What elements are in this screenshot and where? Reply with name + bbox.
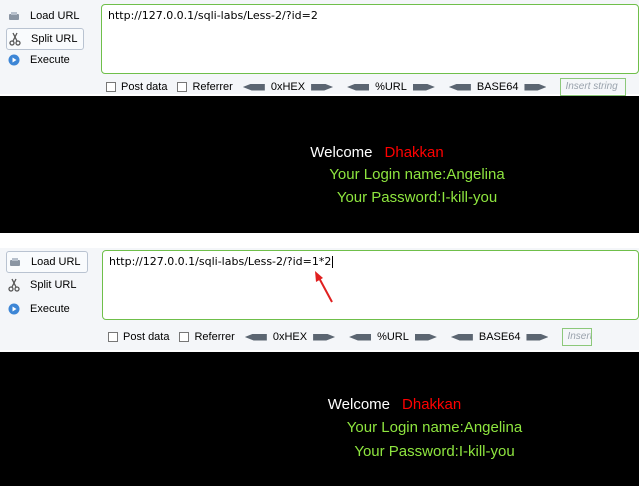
execute-label: Execute xyxy=(30,54,70,66)
welcome-text: Welcome xyxy=(310,144,373,161)
insert-string-input[interactable]: Insert string xyxy=(560,78,627,96)
welcome-line: Welcome Dhakkan xyxy=(0,144,639,161)
url-encode-control[interactable]: %URL xyxy=(349,331,437,343)
url-encode-label: %URL xyxy=(377,331,409,343)
scissors-icon xyxy=(6,277,22,293)
url-encode-control[interactable]: %URL xyxy=(347,81,435,93)
post-data-label: Post data xyxy=(123,331,170,343)
arrow-left-icon[interactable] xyxy=(244,333,267,341)
arrow-right-icon[interactable] xyxy=(524,83,547,91)
execute-button[interactable]: Execute xyxy=(6,299,70,319)
load-url-button[interactable]: Load URL xyxy=(6,6,80,26)
arrow-left-icon[interactable] xyxy=(347,83,370,91)
referrer-checkbox[interactable]: Referrer xyxy=(179,331,235,343)
referrer-label: Referrer xyxy=(192,81,233,93)
referrer-label: Referrer xyxy=(194,331,235,343)
arrow-left-icon[interactable] xyxy=(450,333,473,341)
post-data-checkbox[interactable]: Post data xyxy=(106,81,167,93)
password-line: Your Password:I-kill-you xyxy=(354,443,515,460)
play-icon xyxy=(6,52,22,68)
hackbar-menu: Load URL Split URL Execute xyxy=(0,0,100,94)
split-url-label: Split URL xyxy=(30,279,77,291)
post-data-checkbox[interactable]: Post data xyxy=(108,331,169,343)
url-text: http://127.0.0.1/sqli-labs/Less-2/?id=2 xyxy=(108,9,318,22)
login-name-line: Your Login name:Angelina xyxy=(329,166,505,183)
load-url-label: Load URL xyxy=(31,256,81,268)
text-caret xyxy=(332,256,334,268)
split-url-label: Split URL xyxy=(31,33,78,45)
hex-label: 0xHEX xyxy=(272,331,308,343)
screenshot-1: Load URL Split URL Execute http://127.0.… xyxy=(0,0,639,233)
hackbar-options: Post data Referrer 0xHEX %URL BASE64 Ins… xyxy=(108,327,593,347)
login-name-line: Your Login name:Angelina xyxy=(346,419,523,436)
execute-button[interactable]: Execute xyxy=(6,50,70,70)
hex-encode-control[interactable]: 0xHEX xyxy=(244,331,336,343)
hackbar-options: Post data Referrer 0xHEX %URL BASE64 Ins… xyxy=(106,77,627,97)
insert-string-input[interactable]: Insert xyxy=(562,328,593,346)
arrow-right-icon[interactable] xyxy=(311,83,334,91)
arrow-right-icon[interactable] xyxy=(526,333,549,341)
arrow-left-icon[interactable] xyxy=(448,83,471,91)
url-textarea[interactable]: http://127.0.0.1/sqli-labs/Less-2/?id=2 xyxy=(101,4,639,74)
username-text: Dhakkan xyxy=(402,396,462,413)
split-url-button[interactable]: Split URL xyxy=(6,275,76,295)
referrer-checkbox[interactable]: Referrer xyxy=(177,81,233,93)
hex-label: 0xHEX xyxy=(270,81,306,93)
play-icon xyxy=(6,301,22,317)
split-url-button[interactable]: Split URL xyxy=(6,28,85,50)
arrow-right-icon[interactable] xyxy=(313,333,336,341)
separator xyxy=(0,233,639,248)
hackbar-toolbar: Load URL Split URL Execute http://127.0.… xyxy=(0,248,639,350)
load-url-label: Load URL xyxy=(30,10,80,22)
base64-label: BASE64 xyxy=(476,81,519,93)
scissors-icon xyxy=(7,31,23,47)
arrow-right-icon[interactable] xyxy=(412,83,435,91)
load-url-button[interactable]: Load URL xyxy=(6,251,88,273)
base64-label: BASE64 xyxy=(478,331,521,343)
password-line: Your Password:I-kill-you xyxy=(336,189,498,206)
hackbar-toolbar: Load URL Split URL Execute http://127.0.… xyxy=(0,0,639,97)
arrow-left-icon[interactable] xyxy=(349,333,372,341)
page-content: Welcome Dhakkan Your Login name:Angelina … xyxy=(0,96,639,233)
annotation-arrow xyxy=(315,271,333,303)
username-text: Dhakkan xyxy=(384,144,444,161)
screenshot-2: Load URL Split URL Execute http://127.0.… xyxy=(0,248,639,486)
base64-control[interactable]: BASE64 xyxy=(448,81,547,93)
load-url-icon xyxy=(7,254,23,270)
hex-encode-control[interactable]: 0xHEX xyxy=(242,81,334,93)
arrow-right-icon[interactable] xyxy=(414,333,437,341)
url-encode-label: %URL xyxy=(375,81,407,93)
url-text: http://127.0.0.1/sqli-labs/Less-2/?id=1*… xyxy=(109,255,334,268)
url-textarea[interactable]: http://127.0.0.1/sqli-labs/Less-2/?id=1*… xyxy=(102,250,639,320)
welcome-line: Welcome Dhakkan xyxy=(0,396,639,413)
hackbar-menu: Load URL Split URL Execute xyxy=(0,248,100,342)
execute-label: Execute xyxy=(30,303,70,315)
welcome-text: Welcome xyxy=(327,396,391,413)
load-url-icon xyxy=(6,8,22,24)
base64-control[interactable]: BASE64 xyxy=(450,331,549,343)
arrow-left-icon[interactable] xyxy=(242,83,265,91)
post-data-label: Post data xyxy=(121,81,168,93)
page-content: Welcome Dhakkan Your Login name:Angelina … xyxy=(0,352,639,486)
